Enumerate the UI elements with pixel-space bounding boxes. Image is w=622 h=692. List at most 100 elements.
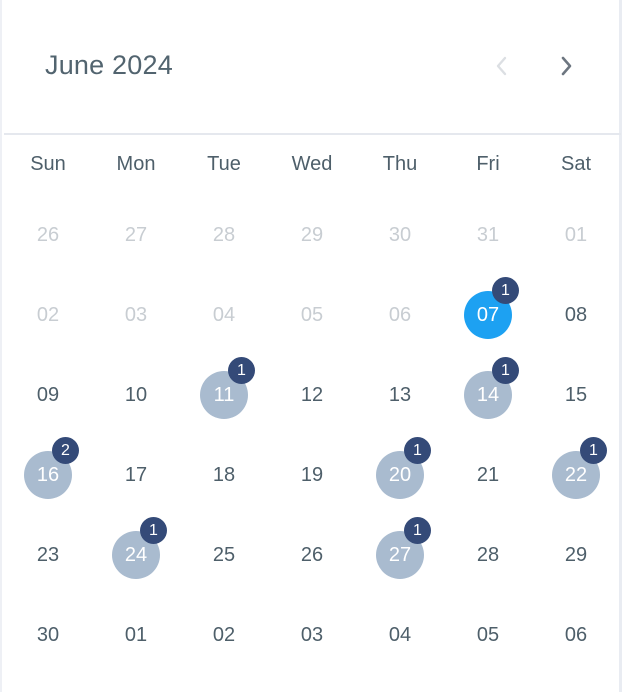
day-label: 28 xyxy=(476,543,500,566)
day-label: 04 xyxy=(212,303,236,326)
day-cell[interactable]: 30 xyxy=(356,195,444,275)
calendar-header: June 2024 xyxy=(4,0,621,135)
day-cell[interactable]: 02 xyxy=(180,595,268,675)
day-label: 11 xyxy=(213,383,235,406)
day-label: 05 xyxy=(476,623,500,646)
day-label: 26 xyxy=(36,223,60,246)
day-cell[interactable]: 08 xyxy=(532,275,620,355)
day-label: 25 xyxy=(212,543,236,566)
day-cell[interactable]: 05 xyxy=(444,595,532,675)
day-number: 29 xyxy=(288,211,336,259)
day-number: 01 xyxy=(552,211,600,259)
day-number: 17 xyxy=(112,451,160,499)
day-label: 31 xyxy=(476,223,500,246)
day-label: 10 xyxy=(124,383,148,406)
day-cell[interactable]: 18 xyxy=(180,435,268,515)
day-cell[interactable]: 27 1 xyxy=(356,515,444,595)
day-cell[interactable]: 30 xyxy=(4,595,92,675)
day-number: 13 xyxy=(376,371,424,419)
day-cell[interactable]: 12 xyxy=(268,355,356,435)
day-number: 05 xyxy=(464,611,512,659)
day-cell[interactable]: 27 xyxy=(92,195,180,275)
day-cell[interactable]: 25 xyxy=(180,515,268,595)
calendar-widget: June 2024 Sun Mon Tue Wed Thu Fri Sat 26 27 28 29 3… xyxy=(0,0,622,692)
event-day: 16 2 xyxy=(24,437,79,499)
day-cell[interactable]: 24 1 xyxy=(92,515,180,595)
event-count-badge: 1 xyxy=(580,437,607,464)
day-cell[interactable]: 10 xyxy=(92,355,180,435)
day-cell[interactable]: 20 1 xyxy=(356,435,444,515)
event-count-badge: 1 xyxy=(492,357,519,384)
day-cell[interactable]: 26 xyxy=(4,195,92,275)
chevron-left-icon xyxy=(496,56,507,76)
day-label: 14 xyxy=(476,383,500,406)
day-label: 17 xyxy=(124,463,148,486)
month-title: June 2024 xyxy=(45,50,173,80)
day-cell[interactable]: 09 xyxy=(4,355,92,435)
day-cell[interactable]: 13 xyxy=(356,355,444,435)
day-cell[interactable]: 01 xyxy=(532,195,620,275)
day-label: 21 xyxy=(476,463,500,486)
day-number: 30 xyxy=(24,611,72,659)
day-cell[interactable]: 31 xyxy=(444,195,532,275)
day-cell[interactable]: 03 xyxy=(92,275,180,355)
day-label: 12 xyxy=(300,383,324,406)
day-cell[interactable]: 04 xyxy=(356,595,444,675)
day-cell[interactable]: 26 xyxy=(268,515,356,595)
event-count-badge: 2 xyxy=(52,437,79,464)
event-day: 11 1 xyxy=(200,357,255,419)
day-label: 04 xyxy=(388,623,412,646)
day-label: 27 xyxy=(388,543,412,566)
event-count-badge: 1 xyxy=(404,517,431,544)
day-number: 27 xyxy=(112,211,160,259)
day-cell[interactable]: 28 xyxy=(444,515,532,595)
day-cell[interactable]: 21 xyxy=(444,435,532,515)
day-cell[interactable]: 23 xyxy=(4,515,92,595)
event-count-badge: 1 xyxy=(404,437,431,464)
next-month-button[interactable] xyxy=(549,48,585,84)
day-cell[interactable]: 19 xyxy=(268,435,356,515)
event-count-badge: 1 xyxy=(492,277,519,304)
day-cell[interactable]: 03 xyxy=(268,595,356,675)
day-cell[interactable]: 14 1 xyxy=(444,355,532,435)
day-label: 02 xyxy=(36,303,60,326)
day-label: 06 xyxy=(388,303,412,326)
day-cell[interactable]: 04 xyxy=(180,275,268,355)
weekday-thu: Thu xyxy=(382,153,418,175)
day-label: 05 xyxy=(300,303,324,326)
day-cell[interactable]: 05 xyxy=(268,275,356,355)
day-number: 04 xyxy=(200,291,248,339)
day-cell[interactable]: 11 1 xyxy=(180,355,268,435)
day-cell[interactable]: 22 1 xyxy=(532,435,620,515)
day-label: 02 xyxy=(212,623,236,646)
day-cell[interactable]: 29 xyxy=(268,195,356,275)
weekday-wed: Wed xyxy=(291,153,333,175)
day-cell[interactable]: 28 xyxy=(180,195,268,275)
day-number: 08 xyxy=(552,291,600,339)
day-label: 26 xyxy=(300,543,324,566)
day-label: 29 xyxy=(564,543,588,566)
day-number: 19 xyxy=(288,451,336,499)
day-number: 03 xyxy=(288,611,336,659)
day-cell[interactable]: 07 1 xyxy=(444,275,532,355)
weekday-sat: Sat xyxy=(560,153,592,175)
day-cell[interactable]: 06 xyxy=(356,275,444,355)
day-number: 28 xyxy=(200,211,248,259)
day-cell[interactable]: 02 xyxy=(4,275,92,355)
selected-day: 07 1 xyxy=(464,277,519,339)
day-cell[interactable]: 17 xyxy=(92,435,180,515)
event-day: 22 1 xyxy=(552,437,607,499)
day-label: 19 xyxy=(300,463,324,486)
day-cell[interactable]: 29 xyxy=(532,515,620,595)
day-label: 01 xyxy=(124,623,148,646)
day-cell[interactable]: 15 xyxy=(532,355,620,435)
day-number: 03 xyxy=(112,291,160,339)
day-cell[interactable]: 01 xyxy=(92,595,180,675)
day-cell[interactable]: 16 2 xyxy=(4,435,92,515)
day-label: 08 xyxy=(564,303,588,326)
day-number: 23 xyxy=(24,531,72,579)
day-number: 18 xyxy=(200,451,248,499)
day-cell[interactable]: 06 xyxy=(532,595,620,675)
previous-month-button[interactable] xyxy=(483,48,519,84)
day-label: 13 xyxy=(388,383,412,406)
